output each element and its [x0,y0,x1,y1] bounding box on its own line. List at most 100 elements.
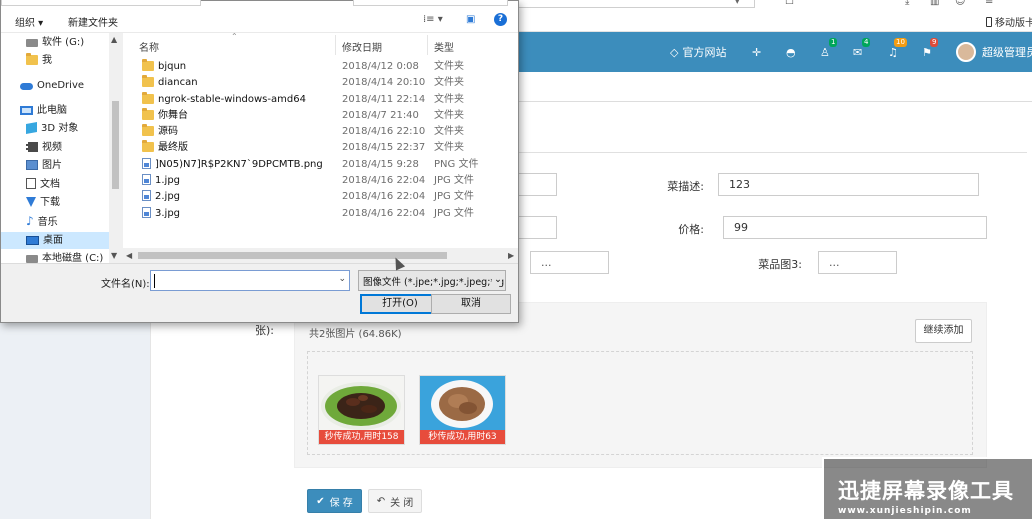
file-list: ⌃ 名称 修改日期 类型 bjqun 2018/4/12 0:08 文件夹 dian… [122,33,518,248]
column-type[interactable]: 类型 [434,39,454,54]
sort-up-icon: ⌃ [231,33,238,41]
drive-icon [26,255,38,263]
fullscreen-button[interactable]: ✛ [752,32,761,72]
organize-menu[interactable]: 组织 ▾ [15,14,43,29]
file-list-hscrollbar[interactable]: ◀ ▶ [122,248,518,263]
music-note-icon: ♪ [26,214,34,228]
scroll-down-icon[interactable]: ▼ [111,251,117,260]
scroll-up-icon[interactable]: ▲ [111,35,117,44]
watermark-title: 迅捷屏幕录像工具 [838,479,1014,503]
image-uploader: 共2张图片 (64.86K) 继续添加 秒传成功,用时158 秒传成功,用时63 [294,302,987,468]
dialog-footer: 文件名(N): ⌄ 图像文件 (*.jpe;*.jpg;*.jpeg;*.gif… [1,263,518,322]
upload-status: 秒传成功,用时63 [420,430,505,444]
scroll-left-icon[interactable]: ◀ [126,251,132,260]
flags-badge: 9 [930,38,939,47]
help-icon[interactable]: ? [494,13,507,26]
file-row[interactable]: 1.jpg 2018/4/16 22:04 JPG 文件 [123,173,518,189]
document-icon [26,178,36,189]
tree-item-pictures[interactable]: 图片 [1,157,109,174]
save-button[interactable]: ✔ 保 存 [307,489,362,513]
tree-item-3d-objects[interactable]: 3D 对象 [1,120,109,137]
column-divider[interactable] [427,35,428,55]
cancel-button[interactable]: 取消 [431,294,511,314]
file-row[interactable]: 源码 2018/4/16 22:10 文件夹 [123,124,518,140]
tree-item-videos[interactable]: 视频 [1,139,109,156]
tree-item-documents[interactable]: 文档 [1,176,109,193]
price-input[interactable]: 99 [723,216,987,239]
file-row[interactable]: 你舞台 2018/4/7 21:40 文件夹 [123,108,518,124]
watermark-url: www.xunjieshipin.com [838,506,972,516]
drop-zone[interactable]: 秒传成功,用时158 秒传成功,用时63 [307,351,973,455]
text-caret [154,274,155,288]
sync-icon[interactable]: ☺ [955,0,965,7]
tree-scroll-thumb[interactable] [112,101,119,189]
menu-icon[interactable]: ≡ [985,0,993,7]
close-button[interactable]: ↶ 关 闭 [368,489,422,513]
tree-item-onedrive[interactable]: OneDrive [1,77,109,94]
dish-image2-browse[interactable]: ... [530,251,609,274]
users-button[interactable]: ♙ [820,32,830,72]
dish-image3-label: 菜品图3: [758,258,802,271]
file-row[interactable]: ngrok-stable-windows-amd64 2018/4/11 22:1… [123,92,518,108]
image-file-icon [142,190,151,201]
scroll-right-icon[interactable]: ▶ [508,251,514,260]
file-row[interactable]: 最终版 2018/4/15 22:37 文件夹 [123,140,518,156]
dialog-search-box[interactable] [353,0,508,6]
column-name[interactable]: 名称 [139,39,159,54]
dish-photo-1 [319,376,404,431]
dish-image3-browse[interactable]: ... [818,251,897,274]
uploaded-thumbnail[interactable]: 秒传成功,用时158 [318,375,405,445]
official-site-link[interactable]: ◇ 官方网站 [670,32,726,72]
upload-summary: 共2张图片 (64.86K) [309,329,402,340]
mobile-bookmarks[interactable]: 移动版卡 [986,14,1032,29]
file-row[interactable]: 2.jpg 2018/4/16 22:04 JPG 文件 [123,189,518,205]
library-icon[interactable]: ▥ [930,0,939,7]
uploaded-thumbnail[interactable]: 秒传成功,用时63 [419,375,506,445]
chevron-down-icon: ⌄ [492,274,502,285]
bell-icon: ♫ [888,45,898,59]
dashboard-button[interactable]: ◓ [786,32,796,72]
file-type-filter[interactable]: 图像文件 (*.jpe;*.jpg;*.jpeg;*.gif) ⌄ [358,270,506,291]
tree-item-drive-g[interactable]: 软件 (G:) [1,34,109,51]
image-file-icon [142,174,151,185]
dashboard-icon: ◓ [786,45,796,59]
address-dropdown-icon[interactable]: ▾ [735,0,740,7]
path-bar[interactable] [1,0,201,6]
folder-icon [142,124,154,136]
messages-button[interactable]: ✉ [853,32,862,72]
add-more-button[interactable]: 继续添加 [915,319,972,343]
file-row[interactable]: 3.jpg 2018/4/16 22:04 JPG 文件 [123,206,518,222]
tree-item-this-pc[interactable]: 此电脑 [1,102,109,119]
undo-icon: ↶ [376,495,386,507]
messages-badge: 4 [862,38,871,47]
column-divider[interactable] [335,35,336,55]
file-row[interactable]: bjqun 2018/4/12 0:08 文件夹 [123,59,518,75]
tree-item-music[interactable]: ♪ 音乐 [1,213,109,230]
folder-icon [142,92,154,104]
user-menu[interactable]: 超级管理员 [956,32,1032,72]
filename-input[interactable]: ⌄ [150,270,350,291]
open-file-dialog: 组织 ▾ 新建文件夹 ⁞≡ ▾ ▣ ? 软件 (G:) 我 OneDrive 此… [0,0,519,323]
column-date[interactable]: 修改日期 [342,39,382,54]
tree-item-folder[interactable]: 我 [1,52,109,69]
preview-pane-icon[interactable]: ▣ [466,14,475,25]
open-button[interactable]: 打开(O) [360,294,440,314]
chevron-down-icon[interactable]: ⌄ [338,274,346,284]
envelope-icon: ✉ [853,45,863,59]
images-label: 张): [255,324,274,337]
tree-item-downloads[interactable]: 下载 [1,194,109,211]
file-row[interactable]: ]N05)N7]R$P2KN7`9DPCMTB.png 2018/4/15 9:2… [123,157,518,173]
dish-desc-input[interactable]: 123 [718,173,979,196]
user-icon: ♙ [820,45,830,59]
new-folder-button[interactable]: 新建文件夹 [68,14,118,29]
folder-icon [142,108,154,120]
file-row[interactable]: diancan 2018/4/14 20:10 文件夹 [123,75,518,91]
folder-icon [142,75,154,87]
bookmark-icon[interactable]: ☐ [785,0,794,7]
tree-scrollbar[interactable]: ▲ ▼ [109,33,122,263]
tree-item-drive-c[interactable]: 本地磁盘 (C:) [1,250,109,263]
film-icon [26,142,38,152]
view-options-icon[interactable]: ⁞≡ ▾ [423,14,443,25]
download-icon[interactable]: ⤓ [905,0,909,7]
tree-item-desktop[interactable]: 桌面 [1,232,109,249]
